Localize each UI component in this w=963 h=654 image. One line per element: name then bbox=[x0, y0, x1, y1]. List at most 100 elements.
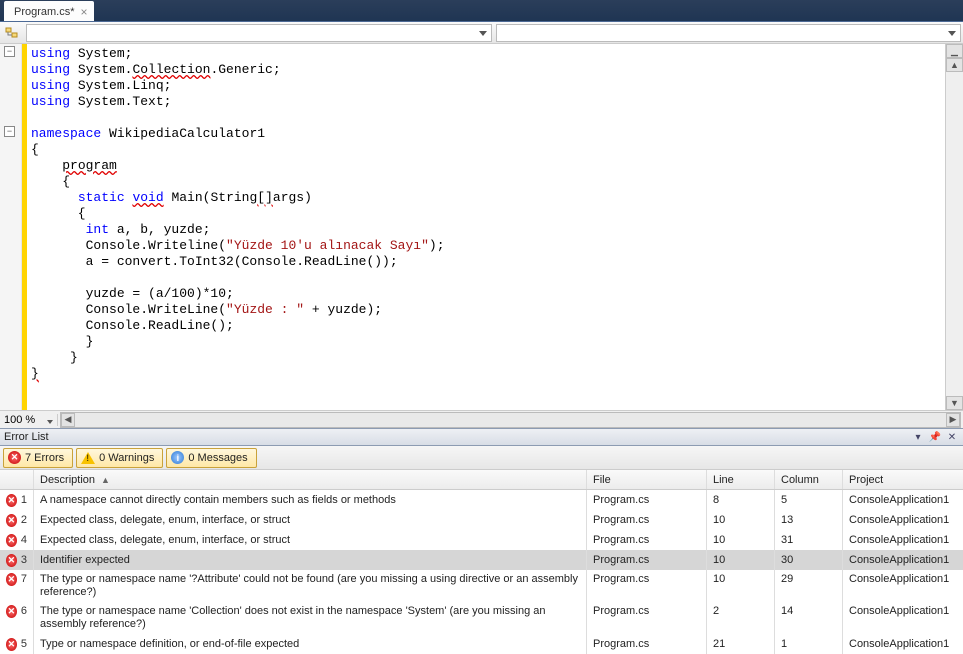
row-number: 2 bbox=[21, 514, 27, 526]
error-column: 5 bbox=[775, 490, 843, 510]
error-column: 30 bbox=[775, 550, 843, 570]
code-token: [] bbox=[257, 190, 273, 205]
col-index-header[interactable] bbox=[0, 470, 34, 489]
scroll-right-icon[interactable]: ▶ bbox=[946, 413, 960, 427]
close-panel-icon[interactable]: ✕ bbox=[945, 430, 959, 444]
error-list-title: Error List bbox=[4, 431, 49, 443]
error-icon: ✕ bbox=[6, 638, 17, 651]
warning-icon bbox=[81, 452, 95, 464]
code-token: a, b, yuzde; bbox=[109, 222, 210, 237]
error-column: 14 bbox=[775, 602, 843, 634]
error-row[interactable]: ✕3Identifier expectedProgram.cs1030Conso… bbox=[0, 550, 963, 570]
col-label: Line bbox=[713, 474, 734, 486]
code-token: namespace bbox=[31, 126, 101, 141]
code-token: } bbox=[31, 366, 39, 381]
code-token: System.Linq; bbox=[70, 78, 171, 93]
error-icon: ✕ bbox=[6, 605, 17, 618]
error-description: Identifier expected bbox=[34, 550, 587, 570]
error-project: ConsoleApplication1 bbox=[843, 602, 963, 634]
code-token: WikipediaCalculator1 bbox=[101, 126, 265, 141]
type-selector-combo[interactable] bbox=[26, 24, 492, 42]
code-token: args) bbox=[273, 190, 312, 205]
error-icon: ✕ bbox=[6, 554, 17, 567]
error-project: ConsoleApplication1 bbox=[843, 510, 963, 530]
error-description: Expected class, delegate, enum, interfac… bbox=[34, 530, 587, 550]
error-file: Program.cs bbox=[587, 602, 707, 634]
code-token bbox=[31, 158, 62, 173]
code-token: + yuzde); bbox=[304, 302, 382, 317]
scroll-left-icon[interactable]: ◀ bbox=[61, 413, 75, 427]
error-description: The type or namespace name '?Attribute' … bbox=[34, 570, 587, 602]
code-token: ); bbox=[429, 238, 445, 253]
code-token: yuzde = (a/100)*10; bbox=[31, 286, 234, 301]
error-row[interactable]: ✕6The type or namespace name 'Collection… bbox=[0, 602, 963, 634]
error-column: 13 bbox=[775, 510, 843, 530]
code-token: void bbox=[132, 190, 163, 205]
error-row[interactable]: ✕ 5 Type or namespace definition, or end-o… bbox=[0, 634, 963, 654]
code-token: using bbox=[31, 46, 70, 61]
error-column: 1 bbox=[775, 634, 843, 654]
error-column: 31 bbox=[775, 530, 843, 550]
editor-footer: 100 % ◀ ▶ bbox=[0, 410, 963, 428]
code-token: "Yüzde 10'u alınacak Sayı" bbox=[226, 238, 429, 253]
code-token: System. bbox=[70, 62, 132, 77]
error-icon: ✕ bbox=[6, 494, 17, 507]
error-file: Program.cs bbox=[587, 634, 707, 654]
code-token: a = convert.ToInt32(Console.ReadLine()); bbox=[31, 254, 398, 269]
error-file: Program.cs bbox=[587, 530, 707, 550]
code-editor[interactable]: − − using System; using System.Collectio… bbox=[0, 44, 963, 410]
col-column-header[interactable]: Column bbox=[775, 470, 843, 489]
error-line: 10 bbox=[707, 510, 775, 530]
scroll-down-icon[interactable]: ▼ bbox=[946, 396, 963, 410]
warnings-filter-button[interactable]: 0 Warnings bbox=[76, 448, 163, 468]
error-line: 2 bbox=[707, 602, 775, 634]
code-token: System.Text; bbox=[70, 94, 171, 109]
error-grid-body: ✕1A namespace cannot directly contain me… bbox=[0, 490, 963, 654]
zoom-value: 100 % bbox=[4, 414, 35, 426]
warnings-count-label: 0 Warnings bbox=[99, 452, 154, 464]
code-token: Main(String bbox=[164, 190, 258, 205]
errors-filter-button[interactable]: ✕ 7 Errors bbox=[3, 448, 73, 468]
code-token: } bbox=[31, 334, 93, 349]
messages-filter-button[interactable]: i 0 Messages bbox=[166, 448, 256, 468]
pin-icon[interactable]: 📌 bbox=[928, 430, 942, 444]
outline-toggle-icon[interactable]: − bbox=[4, 46, 15, 57]
error-file: Program.cs bbox=[587, 570, 707, 602]
code-token: } bbox=[31, 350, 78, 365]
code-token: using bbox=[31, 62, 70, 77]
member-selector-combo[interactable] bbox=[496, 24, 962, 42]
close-icon[interactable]: × bbox=[81, 6, 88, 18]
error-description: Expected class, delegate, enum, interfac… bbox=[34, 510, 587, 530]
error-row[interactable]: ✕1A namespace cannot directly contain me… bbox=[0, 490, 963, 510]
error-description: Type or namespace definition, or end-of-… bbox=[34, 634, 587, 654]
col-line-header[interactable]: Line bbox=[707, 470, 775, 489]
split-handle-icon[interactable]: ▁ bbox=[946, 44, 963, 58]
col-description-header[interactable]: Description▲ bbox=[34, 470, 587, 489]
scroll-up-icon[interactable]: ▲ bbox=[946, 58, 963, 72]
error-row[interactable]: ✕2Expected class, delegate, enum, interf… bbox=[0, 510, 963, 530]
code-content[interactable]: using System; using System.Collection.Ge… bbox=[27, 44, 945, 410]
error-file: Program.cs bbox=[587, 550, 707, 570]
navigation-bar bbox=[0, 22, 963, 44]
error-row[interactable]: ✕4Expected class, delegate, enum, interf… bbox=[0, 530, 963, 550]
error-project: ConsoleApplication1 bbox=[843, 550, 963, 570]
vertical-scrollbar[interactable]: ▁ ▲ ▼ bbox=[945, 44, 963, 410]
code-token: Console.Writeline( bbox=[31, 238, 226, 253]
sort-asc-icon: ▲ bbox=[101, 475, 110, 485]
code-token: using bbox=[31, 94, 70, 109]
col-project-header[interactable]: Project bbox=[843, 470, 963, 489]
document-tab[interactable]: Program.cs* × bbox=[4, 1, 94, 21]
col-file-header[interactable]: File bbox=[587, 470, 707, 489]
outlining-gutter: − − bbox=[0, 44, 22, 410]
row-number: 5 bbox=[21, 638, 27, 650]
window-menu-icon[interactable]: ▾ bbox=[911, 430, 925, 444]
outline-toggle-icon[interactable]: − bbox=[4, 126, 15, 137]
code-token: using bbox=[31, 78, 70, 93]
error-row[interactable]: ✕7The type or namespace name '?Attribute… bbox=[0, 570, 963, 602]
error-icon: ✕ bbox=[8, 451, 21, 464]
nav-scope-icon[interactable] bbox=[2, 24, 22, 42]
zoom-combo[interactable]: 100 % bbox=[0, 414, 58, 426]
error-grid-header: Description▲ File Line Column Project bbox=[0, 470, 963, 490]
code-token: { bbox=[31, 206, 86, 221]
horizontal-scrollbar[interactable]: ◀ ▶ bbox=[60, 412, 961, 428]
